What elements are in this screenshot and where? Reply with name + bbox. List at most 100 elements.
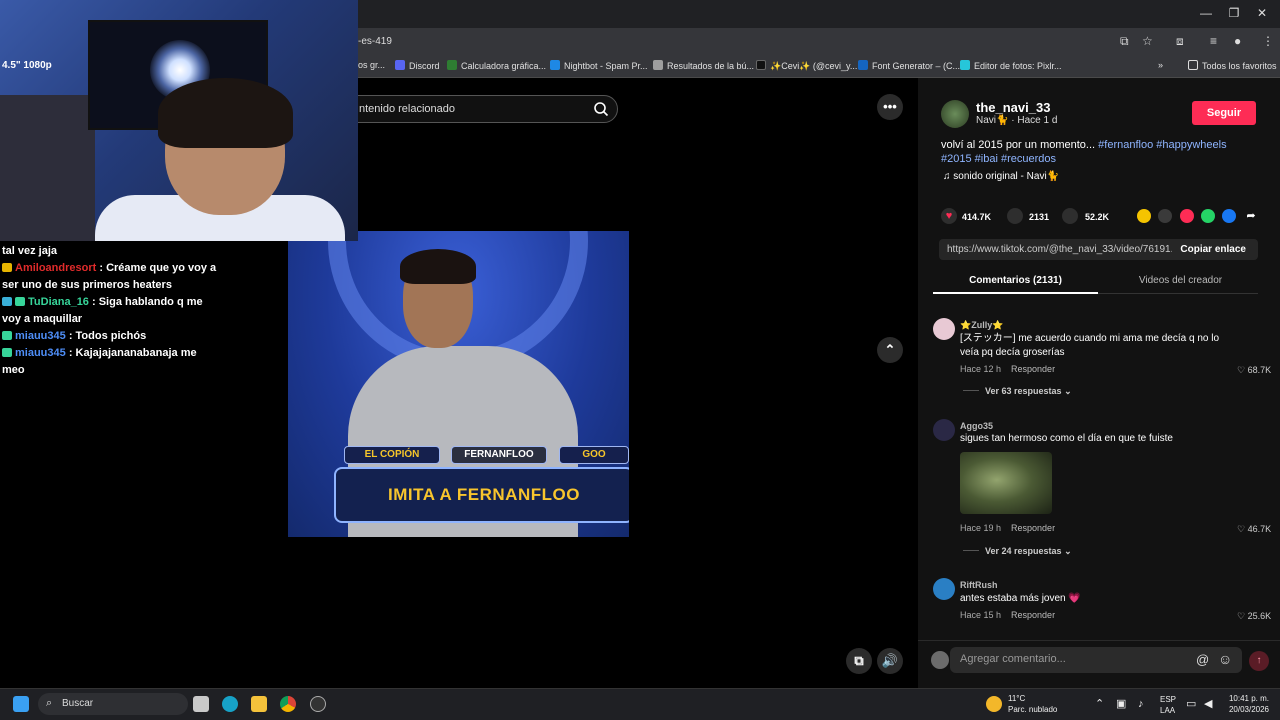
- comment-input[interactable]: Agregar comentario... @ ☺: [950, 647, 1242, 673]
- bookmark-item[interactable]: Calculadora gráfica...: [447, 60, 546, 71]
- reply-button[interactable]: Responder: [1011, 523, 1055, 533]
- file-explorer-icon[interactable]: [251, 696, 267, 712]
- tab-creator-videos[interactable]: Videos del creador: [1098, 275, 1263, 286]
- view-replies-button[interactable]: Ver 63 respuestas ⌄: [963, 386, 1072, 397]
- bookmark-item[interactable]: ✨Cevi✨ (@cevi_y...: [756, 60, 857, 72]
- save-count: 52.2K: [1085, 212, 1110, 222]
- bookmark-icon[interactable]: [1062, 208, 1078, 224]
- sound-link[interactable]: ♫ sonido original - Navi🐈: [943, 171, 1059, 182]
- miniplayer-button[interactable]: ⧉: [846, 648, 872, 674]
- cast-icon[interactable]: ⧉: [1120, 34, 1129, 49]
- task-view-icon[interactable]: [193, 696, 209, 712]
- folder-icon: [1188, 60, 1198, 70]
- search-icon: ⌕: [46, 697, 53, 709]
- more-options-button[interactable]: •••: [877, 94, 903, 120]
- send-comment-button[interactable]: ↑: [1249, 651, 1269, 671]
- heart-outline-icon: ♡: [1237, 524, 1248, 534]
- facebook-icon[interactable]: [1222, 209, 1236, 223]
- commenter-avatar[interactable]: [933, 578, 955, 600]
- webcam-overlay-text: 4.5" 1080p: [2, 60, 52, 71]
- commenter-name[interactable]: ⭐Zully⭐: [960, 320, 1003, 331]
- comment-like[interactable]: ♡ 46.7K: [1237, 524, 1271, 535]
- edge-icon[interactable]: [222, 696, 238, 712]
- weather-desc[interactable]: Parc. nublado: [1008, 705, 1057, 715]
- media-icon[interactable]: ≡: [1210, 34, 1217, 48]
- comment-like[interactable]: ♡ 25.6K: [1237, 611, 1271, 622]
- badge-icon: [2, 331, 12, 340]
- video-player[interactable]: EL COPIÓN FERNANFLOO GOO IMITA A FERNANF…: [288, 231, 629, 537]
- volume-button[interactable]: 🔊: [877, 648, 903, 674]
- reply-button[interactable]: Responder: [1011, 364, 1055, 374]
- comment-icon[interactable]: [1007, 208, 1023, 224]
- share-icon[interactable]: ➦: [1244, 209, 1258, 223]
- scroll-up-button[interactable]: ⌃: [877, 337, 903, 363]
- chat-message: miauu345 : Todos pichós: [2, 328, 217, 345]
- url-text[interactable]: -es-419: [358, 36, 392, 47]
- extensions-icon[interactable]: ⧈: [1176, 34, 1184, 49]
- emoji-icon[interactable]: ☺: [1218, 651, 1232, 667]
- hashtag[interactable]: #fernanfloo: [1098, 139, 1153, 151]
- all-favorites[interactable]: Todos los favoritos: [1188, 60, 1277, 71]
- hashtag[interactable]: #recuerdos: [1001, 153, 1056, 165]
- chrome-icon[interactable]: [280, 696, 296, 712]
- author-name[interactable]: the_navi_33: [976, 100, 1050, 115]
- language-top[interactable]: ESP: [1160, 695, 1176, 705]
- language-bottom[interactable]: LAA: [1160, 706, 1175, 716]
- video-link[interactable]: https://www.tiktok.com/@the_navi_33/vide…: [947, 244, 1172, 255]
- bookmark-item[interactable]: Editor de fotos: Pixlr...: [960, 60, 1062, 71]
- hashtag[interactable]: #happywheels: [1156, 139, 1226, 151]
- whatsapp-icon[interactable]: [1201, 209, 1215, 223]
- commenter-avatar[interactable]: [933, 419, 955, 441]
- menu-icon[interactable]: ⋮: [1262, 34, 1274, 48]
- copy-link-button[interactable]: Copiar enlace: [1180, 244, 1246, 255]
- bookmark-item[interactable]: Font Generator – (C...: [858, 60, 960, 71]
- comment-meta: Hace 12 h Responder: [960, 364, 1056, 374]
- view-replies-button[interactable]: Ver 24 respuestas ⌄: [963, 546, 1072, 557]
- volume-icon[interactable]: ◀: [1204, 699, 1212, 710]
- bookmark-item[interactable]: Nightbot - Spam Pr...: [550, 60, 648, 71]
- close-icon[interactable]: ✕: [1252, 6, 1272, 20]
- search-icon[interactable]: [593, 101, 609, 117]
- reply-button[interactable]: Responder: [1011, 610, 1055, 620]
- tray-chevron-icon[interactable]: ⌃: [1095, 699, 1104, 710]
- weather-temp[interactable]: 11°C: [1008, 694, 1025, 704]
- like-count: 414.7K: [962, 212, 992, 222]
- embed-icon[interactable]: [1158, 209, 1172, 223]
- comment-image[interactable]: [960, 452, 1052, 514]
- author-avatar[interactable]: [941, 100, 969, 128]
- star-icon[interactable]: ☆: [1142, 34, 1153, 48]
- commenter-name[interactable]: RiftRush: [960, 580, 998, 590]
- clock-date[interactable]: 20/03/2026: [1224, 705, 1274, 715]
- clock-time[interactable]: 10:41 p. m.: [1224, 694, 1274, 704]
- microphone-icon[interactable]: ♪: [1138, 699, 1144, 710]
- hashtag[interactable]: #2015: [941, 153, 972, 165]
- tab-comments[interactable]: Comentarios (2131): [933, 275, 1098, 286]
- chat-message: TuDiana_16 : Siga hablando q me voy a ma…: [2, 296, 203, 325]
- windows-start-icon[interactable]: [13, 696, 29, 712]
- comment-meta: Hace 19 h Responder: [960, 523, 1056, 533]
- commenter-avatar[interactable]: [933, 318, 955, 340]
- bookmark-item[interactable]: os gr...: [358, 60, 385, 70]
- commenter-name[interactable]: Aggo35: [960, 421, 993, 431]
- minimize-icon[interactable]: —: [1196, 6, 1216, 20]
- send-icon[interactable]: [1180, 209, 1194, 223]
- weather-icon[interactable]: [986, 696, 1002, 712]
- bookmark-item[interactable]: Resultados de la bú...: [653, 60, 754, 71]
- post-description: volví al 2015 por un momento... #fernanf…: [941, 139, 1227, 165]
- like-icon[interactable]: ♥: [941, 208, 957, 224]
- hashtag[interactable]: #ibai: [975, 153, 998, 165]
- profile-icon[interactable]: ●: [1234, 34, 1241, 48]
- search-input[interactable]: ntenido relacionado: [340, 95, 618, 123]
- mention-icon[interactable]: @: [1196, 652, 1209, 667]
- obs-icon[interactable]: [310, 696, 326, 712]
- taskbar-search[interactable]: Buscar ⌕: [38, 693, 188, 715]
- follow-button[interactable]: Seguir: [1192, 101, 1256, 125]
- repost-icon[interactable]: [1137, 209, 1151, 223]
- network-icon[interactable]: ▣: [1116, 699, 1126, 710]
- bookmark-item[interactable]: Discord: [395, 60, 440, 71]
- tiktok-icon: [756, 60, 766, 70]
- restore-icon[interactable]: ❐: [1224, 6, 1244, 20]
- more-bookmarks-icon[interactable]: »: [1158, 60, 1163, 70]
- display-icon[interactable]: ▭: [1186, 699, 1196, 710]
- comment-like[interactable]: ♡ 68.7K: [1237, 365, 1271, 376]
